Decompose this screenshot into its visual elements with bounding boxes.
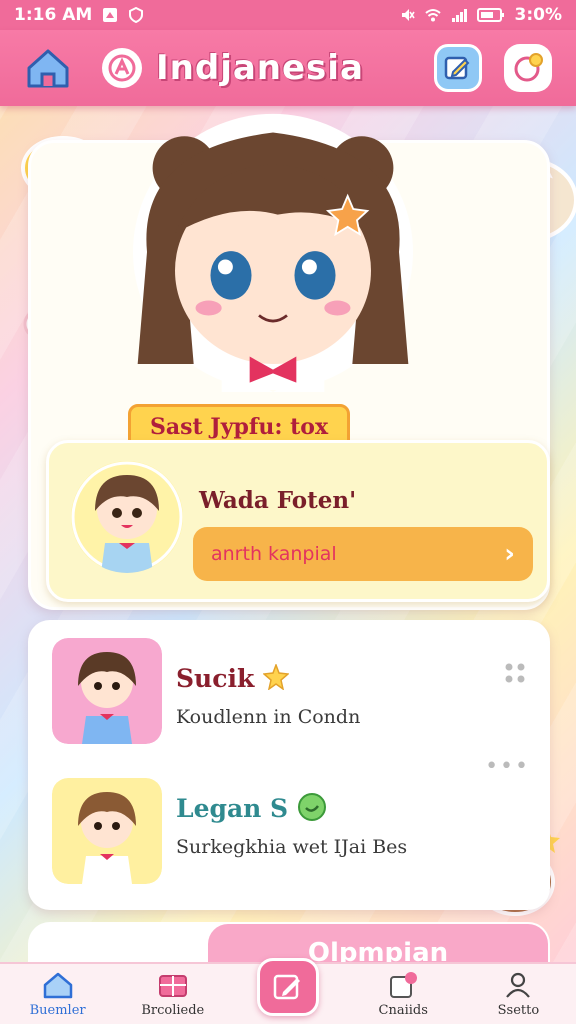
more-options-icon[interactable] <box>504 662 526 684</box>
nav-center <box>230 958 345 1024</box>
nav-item-gift[interactable]: Brcoliede <box>115 962 230 1024</box>
featured-card[interactable]: Wada Foten' anrth kanpial › <box>46 440 550 602</box>
profile-icon <box>514 53 543 82</box>
shield-icon <box>129 7 144 23</box>
notification-icon <box>103 8 118 22</box>
list-item-subtitle: Surkegkhia wet IJai Bes <box>176 836 408 858</box>
app-header: Indjanesia <box>0 30 576 106</box>
nav-label: Ssetto <box>497 1003 540 1018</box>
app-logo-icon <box>108 54 136 82</box>
nav-item-home[interactable]: Buemler <box>0 962 115 1024</box>
hero-character-illustration <box>133 113 413 392</box>
green-badge-icon <box>297 793 326 821</box>
nav-label: Brcoliede <box>141 1003 205 1018</box>
list-card: Sucik Koudlenn in Condn ••• Legan S Surk… <box>28 620 550 910</box>
list-item-title: Legan S <box>176 792 327 823</box>
page-title: Indjanesia <box>156 48 364 88</box>
gift-icon <box>158 975 187 997</box>
home-icon <box>43 972 72 999</box>
compose-icon <box>273 974 300 1000</box>
cards-icon <box>390 972 418 998</box>
chevron-right-icon: › <box>504 539 515 569</box>
profile-button[interactable] <box>504 44 552 92</box>
list-item-avatar <box>52 638 162 744</box>
featured-title: Wada Foten' <box>199 487 357 514</box>
featured-avatar <box>71 461 183 573</box>
bottom-nav: Buemler Brcoliede Cnaiids Ssetto <box>0 958 576 1024</box>
battery-icon <box>476 8 504 22</box>
wifi-icon <box>424 9 441 22</box>
list-item-title: Sucik <box>176 662 290 693</box>
mute-icon <box>401 9 415 21</box>
status-bar: 1:16 AM 3:0% <box>0 0 576 30</box>
compose-button[interactable] <box>257 958 319 1016</box>
list-item-avatar <box>52 778 162 884</box>
edit-icon <box>444 56 470 80</box>
app-logo <box>102 48 142 88</box>
list-item[interactable]: Legan S Surkegkhia wet IJai Bes <box>28 778 550 908</box>
nav-label: Cnaiids <box>378 1003 428 1018</box>
edit-button[interactable] <box>434 44 482 92</box>
status-time: 1:16 AM <box>14 5 93 25</box>
star-icon <box>262 662 290 691</box>
featured-action-button[interactable]: anrth kanpial › <box>193 527 533 581</box>
more-horizontal-icon[interactable]: ••• <box>485 754 530 779</box>
list-item[interactable]: Sucik Koudlenn in Condn <box>28 634 550 764</box>
home-icon <box>27 49 69 88</box>
list-item-subtitle: Koudlenn in Condn <box>176 706 361 728</box>
person-icon <box>506 972 531 998</box>
nav-label: Buemler <box>29 1003 86 1018</box>
featured-action-label: anrth kanpial <box>211 543 337 565</box>
nav-item-cards[interactable]: Cnaiids <box>346 962 461 1024</box>
nav-item-profile[interactable]: Ssetto <box>461 962 576 1024</box>
signal-icon <box>451 9 467 22</box>
home-button[interactable] <box>24 44 72 92</box>
battery-percent: 3:0% <box>514 5 563 25</box>
